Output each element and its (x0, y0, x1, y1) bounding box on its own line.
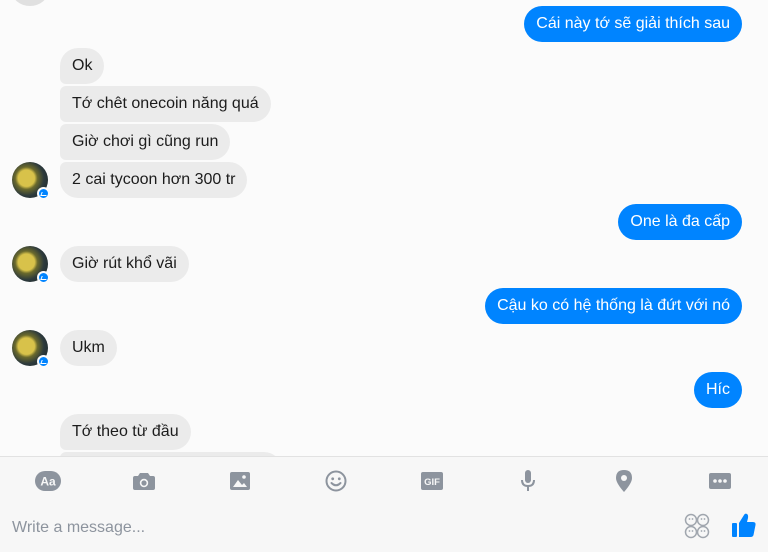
text-format-button[interactable]: Aa (24, 457, 72, 505)
message-bubble-outgoing[interactable]: Cậu ko có hệ thống là đứt với nó (485, 288, 742, 324)
voice-button[interactable] (504, 457, 552, 505)
microphone-icon (521, 470, 535, 491)
gif-icon: GIF (421, 472, 443, 490)
message-bubble-incoming[interactable]: Tớ theo từ đầu (60, 414, 191, 450)
message-bubble-incoming[interactable]: Tớ chêt onecoin năng quá (60, 86, 271, 122)
contact-avatar[interactable] (12, 162, 50, 200)
sticker-emoji-icon[interactable] (684, 513, 710, 539)
message-bubble-incoming[interactable]: Giờ chơi gì cũng run (60, 124, 231, 160)
contact-avatar (12, 0, 48, 6)
gallery-button[interactable] (216, 457, 264, 505)
camera-button[interactable] (120, 457, 168, 505)
svg-text:Aa: Aa (40, 475, 56, 489)
more-icon (709, 473, 731, 489)
messenger-badge-icon (37, 355, 50, 368)
message-bubble-incoming[interactable]: 2 cai tycoon hơn 300 tr (60, 162, 248, 198)
composer-toolbar: Aa GIF (0, 456, 768, 504)
more-button[interactable] (696, 457, 744, 505)
gif-button[interactable]: GIF (408, 457, 456, 505)
contact-avatar[interactable] (12, 330, 50, 368)
location-button[interactable] (600, 457, 648, 505)
message-input[interactable] (12, 515, 652, 541)
text-format-icon: Aa (35, 471, 61, 491)
message-bubble-outgoing[interactable]: Cái này tớ sẽ giải thích sau (524, 6, 742, 42)
message-list[interactable]: Cái này tớ sẽ giải thích sau Ok Tớ chêt … (0, 0, 768, 456)
contact-avatar[interactable] (12, 246, 50, 284)
emoji-button[interactable] (312, 457, 360, 505)
messenger-badge-icon (37, 187, 50, 200)
message-bubble-incoming[interactable]: Ok (60, 48, 105, 84)
like-thumbs-up-icon[interactable] (732, 512, 756, 538)
message-bubble-incoming[interactable]: Giờ rút khổ vãi (60, 246, 189, 282)
image-icon (230, 472, 250, 490)
message-composer (0, 504, 768, 552)
message-bubble-outgoing[interactable]: Híc (694, 372, 742, 408)
message-bubble-outgoing[interactable]: One là đa cấp (618, 204, 742, 240)
emoji-icon (325, 470, 347, 492)
messenger-badge-icon (37, 271, 50, 284)
location-pin-icon (616, 470, 632, 492)
message-bubble-incoming[interactable]: Ukm (60, 330, 117, 366)
camera-icon (133, 473, 155, 490)
svg-text:GIF: GIF (424, 477, 440, 488)
